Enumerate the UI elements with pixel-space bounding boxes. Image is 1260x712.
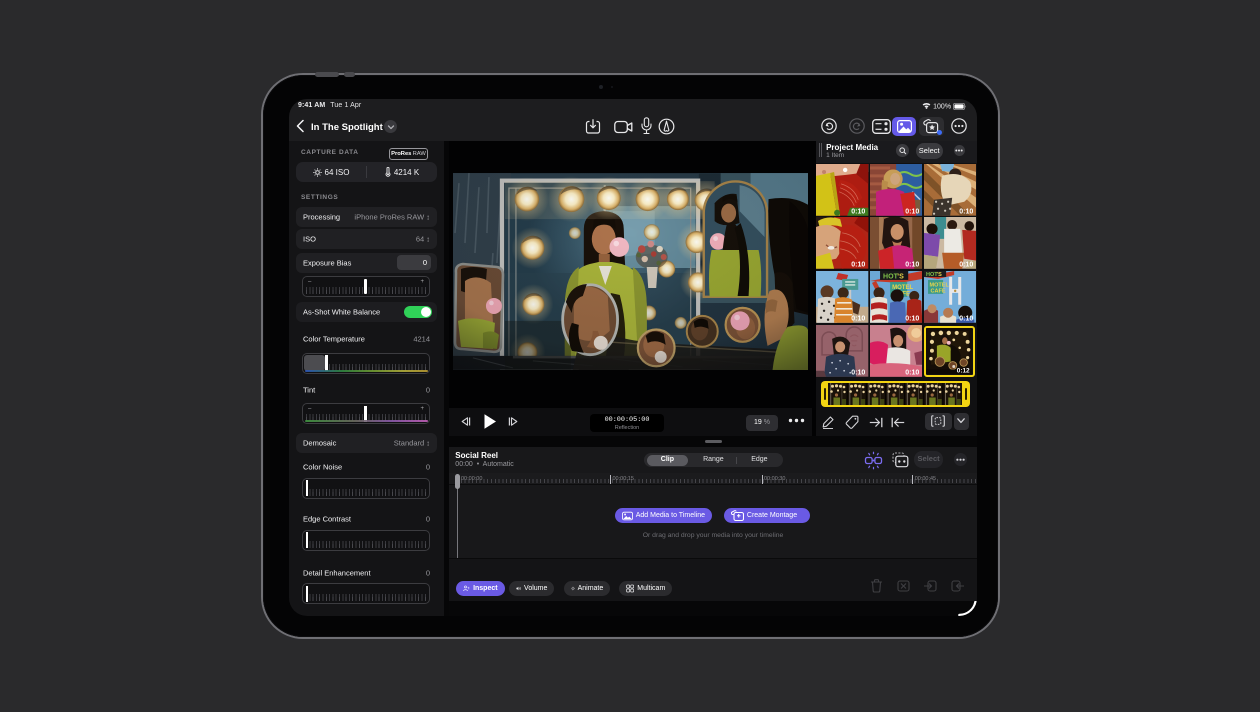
svg-text:0:12: 0:12 <box>957 368 970 375</box>
svg-text:0:10: 0:10 <box>905 370 919 377</box>
svg-text:0:10: 0:10 <box>905 262 919 269</box>
svg-text:0:10: 0:10 <box>959 316 973 323</box>
svg-text:0:10: 0:10 <box>905 209 919 216</box>
svg-text:0:10: 0:10 <box>905 316 919 323</box>
svg-text:CAFE: CAFE <box>930 288 945 294</box>
svg-text:0:10: 0:10 <box>852 262 866 269</box>
svg-text:0:10: 0:10 <box>852 316 866 323</box>
svg-text:0:10: 0:10 <box>959 262 973 269</box>
svg-text:’S: ’S <box>897 273 904 280</box>
svg-text:0:10: 0:10 <box>852 370 866 377</box>
svg-text:’S: ’S <box>936 272 942 278</box>
svg-text:0:10: 0:10 <box>959 209 973 216</box>
svg-text:0:10: 0:10 <box>852 209 866 216</box>
